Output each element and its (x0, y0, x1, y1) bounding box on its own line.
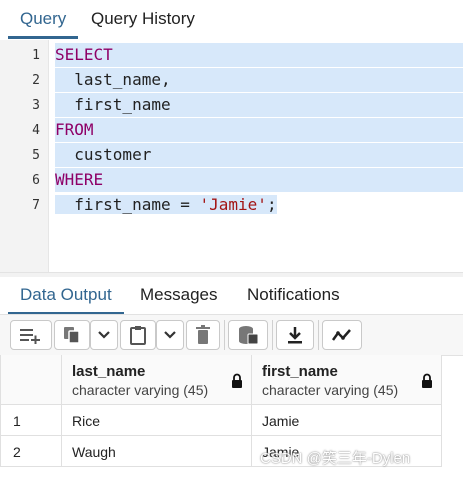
lock-icon (231, 373, 243, 391)
toolbar-separator (272, 320, 273, 350)
paste-button[interactable] (120, 320, 156, 350)
graph-visualiser-button[interactable] (322, 320, 362, 350)
code-line: first_name = 'Jamie'; (55, 193, 277, 217)
code-line: first_name (55, 93, 463, 117)
tab-notifications[interactable]: Notifications (247, 278, 340, 312)
copy-options-dropdown[interactable] (90, 320, 118, 350)
sql-text: ; (266, 195, 277, 214)
copy-button[interactable] (54, 320, 90, 350)
code-line: last_name, (55, 68, 463, 92)
save-data-button[interactable] (228, 320, 268, 350)
tab-query[interactable]: Query (8, 0, 79, 39)
tab-query-history[interactable]: Query History (91, 0, 195, 36)
column-name: last_name (72, 363, 146, 380)
column-header-last-name[interactable]: last_name character varying (45) (62, 355, 252, 405)
data-output-toolbar (0, 314, 463, 356)
column-name: first_name (262, 363, 338, 380)
add-row-button[interactable] (10, 320, 52, 350)
sql-keyword: SELECT (55, 45, 113, 64)
panel-divider[interactable] (0, 272, 463, 277)
line-number: 7 (32, 198, 40, 213)
sql-text: customer (55, 145, 152, 164)
table-cell[interactable]: Jamie (252, 405, 442, 436)
paste-options-dropdown[interactable] (156, 320, 184, 350)
line-number: 3 (32, 98, 40, 113)
code-line: WHERE (55, 168, 463, 192)
row-number-cell[interactable]: 1 (0, 405, 62, 436)
row-number: 2 (13, 444, 21, 460)
tab-data-output[interactable]: Data Output (8, 278, 124, 315)
table-cell[interactable]: Waugh (62, 436, 252, 467)
line-number: 1 (32, 48, 40, 63)
toolbar-separator (224, 320, 225, 350)
column-type: character varying (45) (262, 382, 399, 398)
row-number-header (0, 355, 62, 405)
sql-keyword: FROM (55, 120, 94, 139)
line-number: 5 (32, 148, 40, 163)
sql-text: first_name (55, 95, 171, 114)
line-number: 6 (32, 173, 40, 188)
row-number: 1 (13, 413, 21, 429)
code-line: FROM (55, 118, 463, 142)
line-number: 2 (32, 73, 40, 88)
sql-keyword: WHERE (55, 170, 104, 189)
column-header-first-name[interactable]: first_name character varying (45) (252, 355, 442, 405)
query-tab-bar: Query Query History (0, 0, 463, 39)
watermark: CSDN @笑三年-Dylen (260, 450, 411, 467)
sql-text: first_name = (55, 195, 200, 214)
table-cell[interactable]: Rice (62, 405, 252, 436)
tab-messages[interactable]: Messages (140, 278, 217, 312)
row-number-cell[interactable]: 2 (0, 436, 62, 467)
lock-icon (421, 373, 433, 391)
column-type: character varying (45) (72, 382, 209, 398)
toolbar-separator (318, 320, 319, 350)
sql-text: last_name, (55, 70, 171, 89)
code-line: SELECT (55, 43, 463, 67)
sql-string: 'Jamie' (199, 195, 267, 214)
sql-editor[interactable]: 1 2 3 4 5 6 7 SELECT last_name, first_na… (0, 40, 463, 272)
code-line: customer (55, 143, 463, 167)
cell-value: Jamie (262, 413, 300, 429)
download-button[interactable] (276, 320, 314, 350)
line-number: 4 (32, 123, 40, 138)
line-number-gutter: 1 2 3 4 5 6 7 (0, 40, 49, 272)
cell-value: Rice (72, 413, 101, 429)
delete-button[interactable] (186, 320, 220, 350)
cell-value: Waugh (72, 444, 116, 460)
